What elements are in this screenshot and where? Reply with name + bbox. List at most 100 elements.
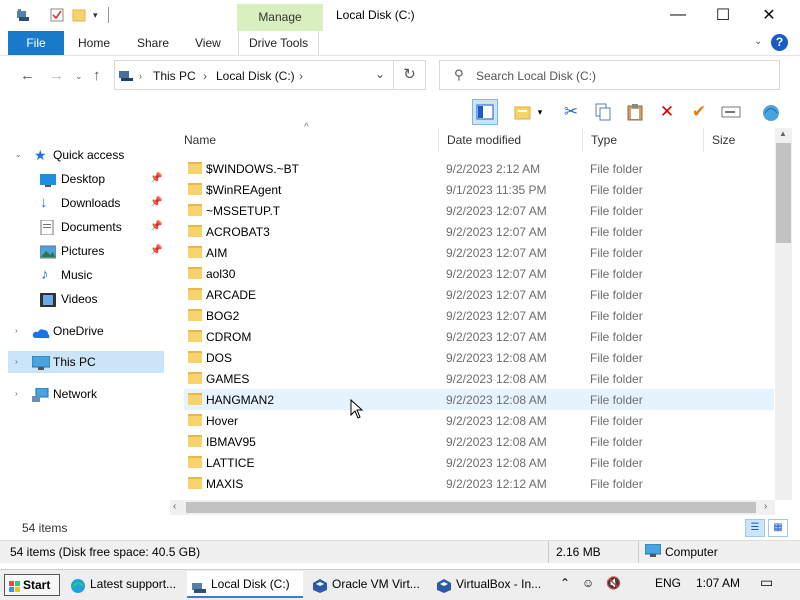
dropdown-arrow-icon[interactable]: ▾ — [534, 99, 546, 125]
expander-icon[interactable]: › — [15, 383, 18, 405]
breadcrumb-separator-icon[interactable]: › — [139, 71, 142, 81]
nav-item-downloads[interactable]: ↓ Downloads 📌 — [0, 192, 165, 214]
tab-home[interactable]: Home — [68, 31, 120, 55]
recent-locations-icon[interactable]: ⌄ — [75, 71, 83, 82]
column-name[interactable]: Name — [176, 128, 439, 152]
address-dropdown-icon[interactable]: ⌄ — [375, 67, 385, 81]
taskbar-item-edge[interactable]: Latest support... — [66, 571, 184, 598]
cut-icon[interactable]: ✂ — [558, 99, 584, 125]
volume-muted-icon[interactable]: 🔇 — [606, 576, 621, 590]
paste-icon[interactable] — [622, 99, 648, 125]
file-date: 9/2/2023 12:08 AM — [446, 435, 547, 449]
properties-folder-icon[interactable] — [510, 99, 536, 125]
copy-icon[interactable] — [590, 99, 616, 125]
nav-quick-access[interactable]: ⌄ ★ Quick access — [0, 144, 165, 166]
list-item[interactable]: aol30 9/2/2023 12:07 AM File folder — [184, 263, 774, 284]
column-type[interactable]: Type — [583, 128, 704, 152]
nav-network[interactable]: › Network — [0, 383, 165, 405]
expander-icon[interactable]: ⌄ — [15, 144, 22, 166]
breadcrumb-separator-icon[interactable]: › — [299, 69, 303, 83]
nav-this-pc[interactable]: › This PC — [8, 351, 164, 373]
list-item[interactable]: ~MSSETUP.T 9/2/2023 12:07 AM File folder — [184, 200, 774, 221]
checklist-icon[interactable] — [50, 8, 64, 22]
list-item[interactable]: IBMAV95 9/2/2023 12:08 AM File folder — [184, 431, 774, 452]
nav-item-pictures[interactable]: Pictures 📌 — [0, 240, 165, 262]
nav-item-videos[interactable]: Videos — [0, 288, 165, 310]
shell-icon[interactable] — [758, 99, 784, 125]
pin-icon[interactable]: 📌 — [150, 216, 162, 238]
list-item[interactable]: Hover 9/2/2023 12:08 AM File folder — [184, 410, 774, 431]
taskbar-item-virtualbox-instance[interactable]: VirtualBox - In... — [432, 571, 550, 598]
start-button[interactable]: Start — [4, 574, 60, 596]
up-arrow-icon[interactable]: ↑ — [93, 67, 101, 84]
list-item[interactable]: LATTICE 9/2/2023 12:08 AM File folder — [184, 452, 774, 473]
tab-drive-tools[interactable]: Drive Tools — [238, 31, 320, 55]
large-icons-view-icon[interactable]: ▦ — [768, 519, 788, 537]
list-item[interactable]: $WINDOWS.~BT 9/2/2023 2:12 AM File folder — [184, 158, 774, 179]
breadcrumb-local-disk[interactable]: Local Disk (C:) — [216, 69, 295, 83]
customize-quick-access-icon[interactable]: ▾ — [93, 10, 107, 24]
scroll-up-icon[interactable]: ▲ — [779, 129, 787, 138]
nav-item-music[interactable]: ♪ Music — [0, 264, 165, 286]
list-item[interactable]: CDROM 9/2/2023 12:07 AM File folder — [184, 326, 774, 347]
refresh-icon[interactable]: ↻ — [394, 60, 426, 90]
new-folder-icon[interactable] — [72, 8, 86, 22]
list-item-hovered[interactable]: HANGMAN2 9/2/2023 12:08 AM File folder — [184, 389, 774, 410]
expander-icon[interactable]: › — [15, 351, 18, 373]
pin-icon[interactable]: 📌 — [150, 192, 162, 214]
search-box[interactable]: ⚲ — [439, 60, 780, 90]
help-icon[interactable]: ? — [771, 34, 788, 51]
tab-view[interactable]: View — [185, 31, 231, 55]
tray-overflow-icon[interactable]: ⌃ — [560, 576, 570, 590]
expand-ribbon-icon[interactable]: ⌄ — [754, 36, 762, 47]
scroll-left-icon[interactable]: ‹ — [173, 501, 176, 512]
taskbar-item-virtualbox-manager[interactable]: Oracle VM Virt... — [308, 571, 428, 598]
list-item[interactable]: ARCADE 9/2/2023 12:07 AM File folder — [184, 284, 774, 305]
file-date: 9/2/2023 12:07 AM — [446, 267, 547, 281]
list-item[interactable]: $WinREAgent 9/1/2023 11:35 PM File folder — [184, 179, 774, 200]
breadcrumb-separator-icon[interactable]: › — [203, 69, 207, 83]
maximize-button[interactable]: ☐ — [700, 0, 746, 30]
details-view-icon[interactable]: ☰ — [745, 519, 765, 537]
file-type: File folder — [590, 309, 643, 323]
taskbar-item-explorer[interactable]: Local Disk (C:) — [187, 571, 303, 598]
forward-arrow-icon[interactable]: → — [49, 67, 64, 84]
list-item[interactable]: BOG2 9/2/2023 12:07 AM File folder — [184, 305, 774, 326]
rename-icon[interactable] — [718, 99, 744, 125]
breadcrumb-this-pc[interactable]: This PC — [153, 69, 196, 83]
people-icon[interactable]: ☺ — [582, 576, 594, 590]
list-item[interactable]: AIM 9/2/2023 12:07 AM File folder — [184, 242, 774, 263]
tab-file[interactable]: File — [8, 31, 64, 55]
column-size[interactable]: Size — [704, 128, 774, 152]
list-item[interactable]: MAXIS 9/2/2023 12:12 AM File folder — [184, 473, 774, 494]
list-item[interactable]: GAMES 9/2/2023 12:08 AM File folder — [184, 368, 774, 389]
nav-item-documents[interactable]: Documents 📌 — [0, 216, 165, 238]
delete-icon[interactable]: ✕ — [654, 99, 680, 125]
clock[interactable]: 1:07 AM — [696, 576, 740, 590]
preview-pane-icon[interactable] — [472, 99, 498, 125]
tab-share[interactable]: Share — [127, 31, 179, 55]
address-bar[interactable]: › This PC › Local Disk (C:) › ⌄ — [114, 60, 394, 90]
list-item[interactable]: DOS 9/2/2023 12:08 AM File folder — [184, 347, 774, 368]
input-language[interactable]: ENG — [655, 576, 681, 590]
task-label: Local Disk (C:) — [211, 577, 290, 591]
close-button[interactable]: ✕ — [746, 0, 792, 30]
manage-contextual-tab[interactable]: Manage — [237, 4, 323, 31]
column-date-modified[interactable]: Date modified — [439, 128, 583, 152]
nav-item-desktop[interactable]: Desktop 📌 — [0, 168, 165, 190]
pin-icon[interactable]: 📌 — [150, 168, 162, 190]
action-center-icon[interactable]: ▭ — [760, 574, 773, 591]
nav-onedrive[interactable]: › OneDrive — [0, 320, 165, 342]
list-item[interactable]: ACROBAT3 9/2/2023 12:07 AM File folder — [184, 221, 774, 242]
minimize-button[interactable]: — — [655, 0, 701, 30]
scroll-right-icon[interactable]: › — [764, 501, 767, 512]
properties-icon[interactable] — [16, 8, 30, 22]
vertical-scroll-thumb[interactable] — [776, 143, 791, 243]
select-checkmark-icon[interactable]: ✔ — [686, 99, 712, 125]
pin-icon[interactable]: 📌 — [150, 240, 162, 262]
search-icon: ⚲ — [454, 67, 464, 82]
search-input[interactable] — [476, 67, 766, 85]
back-arrow-icon[interactable]: ← — [20, 67, 35, 84]
horizontal-scroll-thumb[interactable] — [186, 502, 756, 513]
expander-icon[interactable]: › — [15, 320, 18, 342]
